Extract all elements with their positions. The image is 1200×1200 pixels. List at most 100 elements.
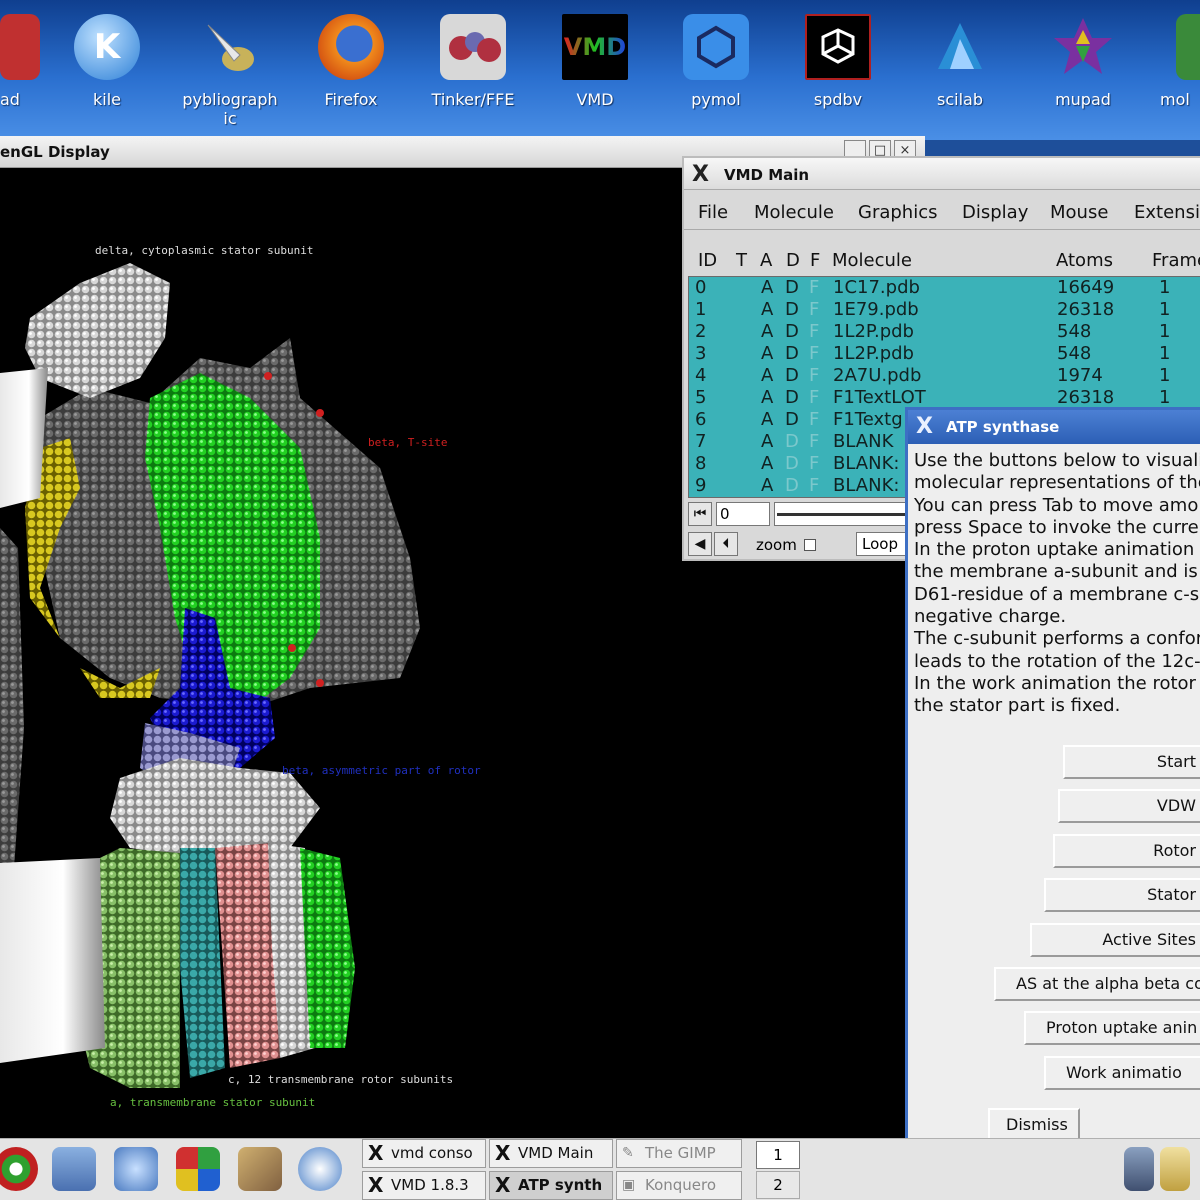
- desktop-icon-pymol[interactable]: pymol: [661, 14, 771, 109]
- molecule-cell-d[interactable]: D: [785, 321, 799, 343]
- molecule-cell-f[interactable]: F: [809, 299, 819, 321]
- task-atp-synthase[interactable]: X ATP synth: [489, 1171, 613, 1200]
- menu-extensions[interactable]: Extensi: [1134, 202, 1200, 223]
- active-sites-button[interactable]: Active Sites: [1030, 922, 1200, 957]
- col-frames[interactable]: Frame: [1152, 250, 1200, 271]
- menu-molecule[interactable]: Molecule: [754, 202, 834, 223]
- col-atoms[interactable]: Atoms: [1056, 250, 1113, 271]
- work-animation-button[interactable]: Work animatio: [1044, 1055, 1200, 1090]
- molecule-cell-f[interactable]: F: [809, 431, 819, 453]
- molecule-row[interactable]: 3 A D F 1L2P.pdb 548 1: [689, 343, 1200, 365]
- desktop-icon-ad[interactable]: ad: [0, 14, 55, 109]
- molecule-cell-a[interactable]: A: [761, 431, 773, 453]
- description-line: the stator part is fixed.: [914, 695, 1121, 717]
- stator-button[interactable]: Stator: [1044, 878, 1200, 913]
- task-konqueror[interactable]: ▣ Konquero: [616, 1171, 742, 1200]
- molecule-cell-a[interactable]: A: [761, 321, 773, 343]
- molecule-cell-f[interactable]: F: [809, 475, 819, 497]
- molecule-cell-d[interactable]: D: [785, 277, 799, 299]
- molecule-cell-f[interactable]: F: [809, 387, 819, 409]
- help-icon[interactable]: [114, 1147, 158, 1191]
- col-t[interactable]: T: [736, 250, 747, 271]
- col-a[interactable]: A: [760, 250, 772, 271]
- molecule-row[interactable]: 4 A D F 2A7U.pdb 1974 1: [689, 365, 1200, 387]
- molecule-cell-a[interactable]: A: [761, 277, 773, 299]
- molecule-cell-a[interactable]: A: [761, 365, 773, 387]
- play-reverse-icon[interactable]: ⏴: [714, 532, 738, 556]
- molecule-cell-a[interactable]: A: [761, 475, 773, 497]
- col-d[interactable]: D: [786, 250, 800, 271]
- desktop-icon-pybliographic[interactable]: pybliograph ic: [175, 14, 285, 128]
- desktop-icon-kile[interactable]: K kile: [52, 14, 162, 109]
- molecule-cell-a[interactable]: A: [761, 453, 773, 475]
- menu-display[interactable]: Display: [962, 202, 1028, 223]
- task-vmd-display[interactable]: X VMD 1.8.3: [362, 1171, 486, 1200]
- task-vmd-console[interactable]: Xvmd conso: [362, 1139, 486, 1168]
- molecule-cell-id: 3: [695, 343, 707, 364]
- molecule-cell-f[interactable]: F: [809, 453, 819, 475]
- col-id[interactable]: ID: [698, 250, 717, 271]
- spdbv-icon: [805, 14, 871, 80]
- task-vmd-main[interactable]: X VMD Main: [489, 1139, 613, 1168]
- desktop-icon-mol[interactable]: mol: [1138, 14, 1200, 109]
- molecule-cell-a[interactable]: A: [761, 343, 773, 365]
- molecule-row[interactable]: 5 A D F F1TextLOT 26318 1: [689, 387, 1200, 409]
- molecule-cell-d[interactable]: D: [785, 299, 799, 321]
- frame-slider[interactable]: [774, 502, 914, 526]
- description-line: In the work animation the rotor p: [914, 672, 1200, 694]
- molecule-row[interactable]: 2 A D F 1L2P.pdb 548 1: [689, 321, 1200, 343]
- skip-start-icon[interactable]: ⏮: [688, 502, 712, 526]
- molecule-row[interactable]: 0 A D F 1C17.pdb 16649 1: [689, 277, 1200, 299]
- molecule-cell-f[interactable]: F: [809, 321, 819, 343]
- klipper-icon[interactable]: [1160, 1147, 1190, 1191]
- kmenu-icon[interactable]: [0, 1147, 38, 1191]
- network-icon[interactable]: [1124, 1147, 1154, 1191]
- as-alpha-beta-button[interactable]: AS at the alpha beta con: [994, 967, 1200, 1001]
- molecule-cell-d[interactable]: D: [785, 387, 799, 409]
- desktop-icon-firefox[interactable]: Firefox: [296, 14, 406, 109]
- desktop-icon-tinker[interactable]: Tinker/FFE: [418, 14, 528, 109]
- molecule-cell-d[interactable]: D: [785, 365, 799, 387]
- molecule-cell-d[interactable]: D: [785, 431, 799, 453]
- desktop-icon-vmd[interactable]: VMD VMD: [540, 14, 650, 109]
- desktop-icon-spdbv[interactable]: spdbv: [783, 14, 893, 109]
- step-back-icon[interactable]: ◀: [688, 532, 712, 556]
- atp-titlebar[interactable]: X ATP synthase: [908, 410, 1200, 444]
- col-molecule[interactable]: Molecule: [832, 250, 912, 271]
- vmd-main-titlebar[interactable]: X VMD Main: [684, 158, 1200, 190]
- molecule-cell-a[interactable]: A: [761, 387, 773, 409]
- loop-select[interactable]: Loop: [856, 532, 908, 556]
- molecule-cell-a[interactable]: A: [761, 409, 773, 431]
- menu-file[interactable]: File: [698, 202, 728, 223]
- menu-graphics[interactable]: Graphics: [858, 202, 938, 223]
- molecule-row[interactable]: 1 A D F 1E79.pdb 26318 1: [689, 299, 1200, 321]
- molecule-cell-d[interactable]: D: [785, 343, 799, 365]
- menu-mouse[interactable]: Mouse: [1050, 202, 1108, 223]
- molecule-cell-f[interactable]: F: [809, 277, 819, 299]
- col-f[interactable]: F: [810, 250, 820, 271]
- zoom-checkbox[interactable]: [804, 539, 816, 551]
- browser-icon[interactable]: [298, 1147, 342, 1191]
- molecule-cell-frames: 1: [1159, 343, 1171, 364]
- pager-desktop-2[interactable]: 2: [756, 1171, 800, 1199]
- vdw-button[interactable]: VDW: [1058, 789, 1200, 824]
- desktop-icon-scilab[interactable]: scilab: [905, 14, 1015, 109]
- molecule-cell-f[interactable]: F: [809, 343, 819, 365]
- dismiss-button[interactable]: Dismiss: [988, 1108, 1080, 1142]
- proton-uptake-button[interactable]: Proton uptake anin: [1024, 1011, 1200, 1046]
- molecule-cell-d[interactable]: D: [785, 475, 799, 497]
- apps-icon[interactable]: [176, 1147, 220, 1191]
- frame-input[interactable]: [716, 502, 770, 526]
- molecule-cell-a[interactable]: A: [761, 299, 773, 321]
- start-button[interactable]: Start: [1063, 745, 1200, 779]
- rotor-button[interactable]: Rotor: [1053, 833, 1200, 868]
- editor-icon[interactable]: [238, 1147, 282, 1191]
- molecule-cell-f[interactable]: F: [809, 365, 819, 387]
- molecule-cell-f[interactable]: F: [809, 409, 819, 431]
- desktop-icon-mupad[interactable]: mupad: [1028, 14, 1138, 109]
- task-gimp[interactable]: ✎ The GIMP: [616, 1139, 742, 1168]
- molecule-cell-d[interactable]: D: [785, 409, 799, 431]
- pager-desktop-1[interactable]: 1: [756, 1141, 800, 1169]
- desktop-icon[interactable]: [52, 1147, 96, 1191]
- molecule-cell-d[interactable]: D: [785, 453, 799, 475]
